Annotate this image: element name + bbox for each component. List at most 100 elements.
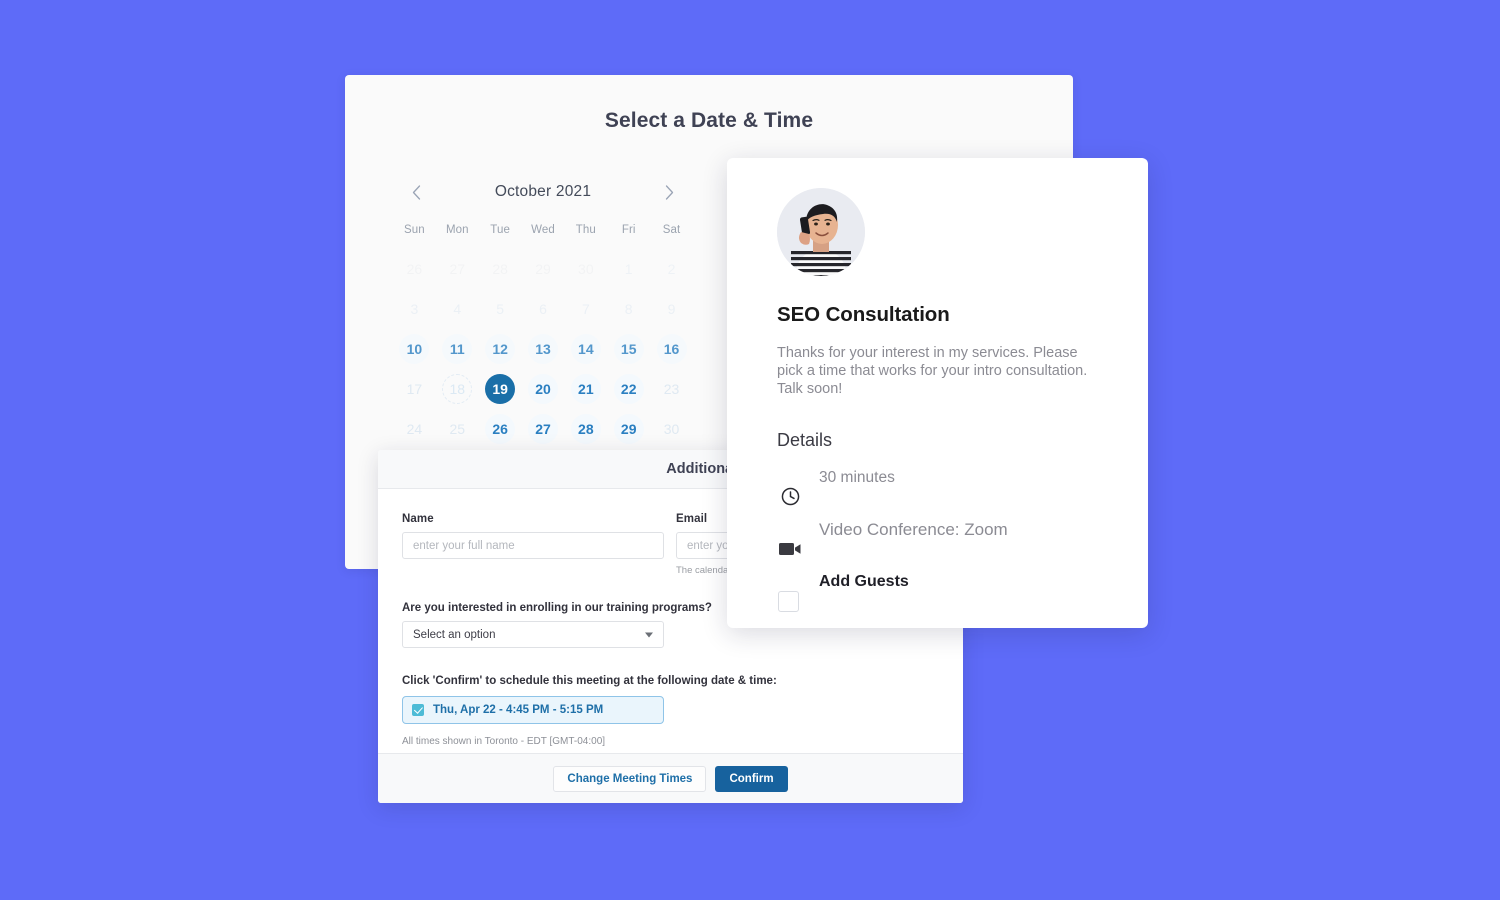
calendar-day-22[interactable]: 22: [613, 374, 644, 404]
calendar-day-11[interactable]: 11: [442, 334, 473, 364]
calendar-cell: 30: [650, 412, 693, 446]
calendar-cell: 13: [522, 332, 565, 366]
calendar-cell: 19: [479, 372, 522, 406]
calendar-cell: 29: [607, 412, 650, 446]
calendar-day-28: 28: [492, 261, 508, 277]
calendar-cell: 11: [436, 332, 479, 366]
weekday-thu: Thu: [575, 224, 596, 236]
detail-location-label: Video Conference: Zoom: [819, 520, 1008, 540]
name-input[interactable]: [402, 532, 664, 559]
calendar-day-12[interactable]: 12: [485, 334, 516, 364]
calendar-cell: 15: [607, 332, 650, 366]
calendar-day-19-selected[interactable]: 19: [485, 374, 516, 404]
calendar-cell: 16: [650, 332, 693, 366]
calendar-day-grid: 26 27 28 29 30 1 2 3 4 5 6 7 8 9 10 11 12 13 14 15 16 17 18 19 2…: [393, 252, 693, 446]
calendar-month-label: October 2021: [494, 183, 592, 200]
calendar-day-5: 5: [496, 301, 505, 317]
calendar-cell: 5: [479, 292, 522, 326]
calendar-day-17: 17: [406, 381, 423, 397]
event-info-card: SEO Consultation Thanks for your interes…: [727, 158, 1148, 628]
detail-duration-label: 30 minutes: [819, 469, 895, 487]
calendar-day-10[interactable]: 10: [399, 334, 430, 364]
weekday-sat: Sat: [662, 224, 681, 236]
calendar-cell: 30: [564, 252, 607, 286]
clock-icon: [777, 483, 803, 509]
calendar-cell: 6: [522, 292, 565, 326]
calendar-cell: 1: [607, 252, 650, 286]
calendar-day-27[interactable]: 27: [527, 414, 558, 444]
training-program-select[interactable]: Select an option: [402, 621, 664, 649]
weekday-wed: Wed: [531, 224, 555, 236]
name-field-group: Name: [402, 513, 664, 576]
selected-time-slot[interactable]: Thu, Apr 22 - 4:45 PM - 5:15 PM: [402, 696, 664, 725]
training-program-select-value: Select an option: [413, 628, 496, 641]
calendar-day-26: 26: [406, 261, 423, 277]
timezone-note: All times shown in Toronto - EDT [GMT-04…: [402, 736, 606, 748]
name-label: Name: [402, 513, 434, 525]
next-month-icon[interactable]: [659, 181, 681, 203]
calendar-cell: 10: [393, 332, 436, 366]
calendar-day-28[interactable]: 28: [570, 414, 601, 444]
calendar-day-16[interactable]: 16: [656, 334, 687, 364]
calendar-day-1: 1: [624, 261, 633, 277]
event-description: Thanks for your interest in my services.…: [777, 345, 1088, 398]
video-camera-icon: [777, 535, 803, 561]
calendar-cell: 14: [564, 332, 607, 366]
confirm-time-group: Click 'Confirm' to schedule this meeting…: [402, 675, 939, 747]
calendar-day-30: 30: [663, 421, 680, 437]
calendar: October 2021 Sun Mon Tue Wed Thu Fri Sat…: [393, 177, 693, 446]
calendar-weekday-row: Sun Mon Tue Wed Thu Fri Sat: [393, 224, 693, 236]
calendar-day-29[interactable]: 29: [613, 414, 644, 444]
calendar-day-2: 2: [667, 261, 676, 277]
calendar-cell: 4: [436, 292, 479, 326]
prev-month-icon[interactable]: [405, 181, 427, 203]
calendar-cell: 9: [650, 292, 693, 326]
chevron-down-icon: [645, 632, 653, 638]
calendar-cell: 26: [479, 412, 522, 446]
calendar-cell: 18: [436, 372, 479, 406]
calendar-day-26[interactable]: 26: [485, 414, 516, 444]
calendar-day-4: 4: [453, 301, 462, 317]
calendar-day-23: 23: [663, 381, 680, 397]
calendar-day-30: 30: [578, 261, 594, 277]
page-title: Select a Date & Time: [604, 109, 814, 132]
calendar-cell: 12: [479, 332, 522, 366]
detail-location: Video Conference: Zoom: [777, 521, 1098, 555]
calendar-day-24: 24: [406, 421, 423, 437]
selected-time-slot-label: Thu, Apr 22 - 4:45 PM - 5:15 PM: [433, 704, 604, 717]
calendar-cell: 17: [393, 372, 436, 406]
detail-add-guests-label: Add Guests: [819, 573, 909, 591]
calendar-day-15[interactable]: 15: [613, 334, 644, 364]
detail-add-guests[interactable]: Add Guests: [777, 573, 1098, 613]
calendar-header: October 2021: [393, 177, 693, 207]
calendar-cell: 27: [436, 252, 479, 286]
calendar-cell: 29: [522, 252, 565, 286]
calendar-day-13[interactable]: 13: [527, 334, 558, 364]
calendar-cell: 23: [650, 372, 693, 406]
calendar-cell: 28: [564, 412, 607, 446]
detail-duration: 30 minutes: [777, 469, 1098, 506]
calendar-day-20[interactable]: 20: [527, 374, 558, 404]
add-guests-checkbox-icon[interactable]: [778, 591, 799, 613]
calendar-day-6: 6: [539, 301, 547, 317]
calendar-day-14[interactable]: 14: [570, 334, 601, 364]
weekday-fri: Fri: [621, 224, 636, 236]
calendar-day-29: 29: [535, 261, 551, 277]
calendar-cell: 21: [564, 372, 607, 406]
event-title: SEO Consultation: [777, 303, 950, 326]
calendar-day-21[interactable]: 21: [570, 374, 601, 404]
calendar-cell: 25: [436, 412, 479, 446]
calendar-cell: 2: [650, 252, 693, 286]
calendar-cell: 7: [564, 292, 607, 326]
calendar-day-9: 9: [667, 301, 676, 317]
weekday-tue: Tue: [490, 224, 510, 236]
calendar-day-18: 18: [442, 374, 473, 404]
calendar-day-7: 7: [581, 301, 590, 317]
change-meeting-times-button[interactable]: Change Meeting Times: [553, 765, 707, 792]
calendar-cell: 3: [393, 292, 436, 326]
confirm-button[interactable]: Confirm: [715, 765, 788, 792]
calendar-cell: 24: [393, 412, 436, 446]
slot-checkbox-icon[interactable]: [412, 704, 424, 717]
form-footer: Change Meeting Times Confirm: [378, 753, 963, 803]
calendar-cell: 20: [522, 372, 565, 406]
